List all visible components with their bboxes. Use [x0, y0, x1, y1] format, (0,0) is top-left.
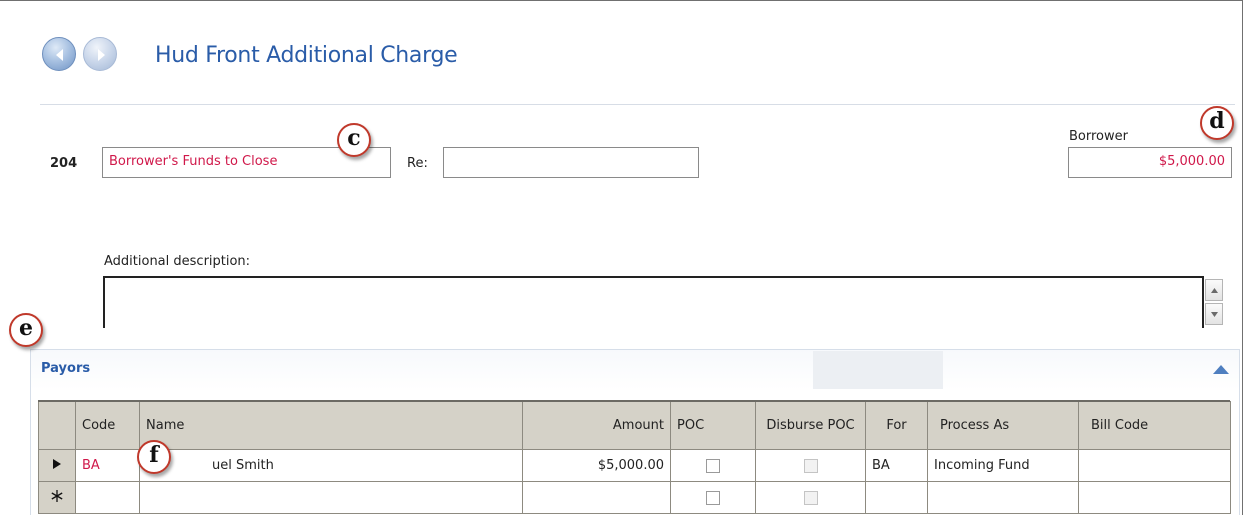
grid-header-row: Code Name Amount POC Disburse POC For Pr…	[38, 401, 1231, 450]
callout-d: d	[1200, 106, 1234, 140]
collapse-icon[interactable]	[1213, 364, 1229, 374]
re-field[interactable]	[443, 147, 699, 178]
row-header-corner	[38, 401, 76, 450]
back-button[interactable]	[42, 37, 76, 71]
new-cell-for[interactable]	[865, 481, 928, 514]
new-cell-poc[interactable]	[670, 481, 756, 514]
cell-poc[interactable]	[670, 449, 756, 482]
callout-e: e	[9, 313, 43, 347]
column-header-poc[interactable]: POC	[670, 401, 756, 450]
additional-description-scrollbar[interactable]	[1205, 276, 1225, 328]
scroll-down-button[interactable]	[1205, 303, 1223, 325]
column-header-for[interactable]: For	[865, 401, 928, 450]
cell-process-as[interactable]: Incoming Fund	[927, 449, 1079, 482]
payors-panel-header[interactable]: Payors	[31, 350, 1239, 390]
forward-arrow-icon	[98, 49, 105, 61]
new-cell-name[interactable]	[139, 481, 523, 514]
back-arrow-icon	[56, 49, 63, 61]
additional-description-input[interactable]	[103, 276, 1204, 328]
cell-amount[interactable]: $5,000.00	[522, 449, 671, 482]
column-header-disburse-poc[interactable]: Disburse POC	[755, 401, 866, 450]
payors-grid: Code Name Amount POC Disburse POC For Pr…	[38, 401, 1231, 514]
borrower-amount-field[interactable]: $5,000.00	[1068, 147, 1232, 178]
re-label: Re:	[407, 156, 428, 171]
column-header-code[interactable]: Code	[75, 401, 140, 450]
grid-top-border	[38, 400, 1230, 402]
header-divider	[40, 104, 1235, 105]
new-poc-checkbox[interactable]	[706, 490, 720, 505]
cell-code[interactable]: BA	[75, 449, 140, 482]
cell-for[interactable]: BA	[865, 449, 928, 482]
new-row-asterisk-icon	[51, 489, 63, 502]
callout-f: f	[137, 440, 171, 474]
additional-description-label: Additional description:	[104, 254, 251, 269]
forward-button[interactable]	[83, 37, 117, 71]
line-number: 204	[50, 156, 78, 171]
borrower-label: Borrower	[1069, 129, 1128, 144]
cell-name[interactable]: uel Smith	[139, 449, 523, 482]
scroll-down-icon	[1211, 312, 1218, 317]
cell-disburse-poc[interactable]	[755, 449, 866, 482]
scroll-up-button[interactable]	[1205, 279, 1223, 301]
new-disburse-poc-checkbox[interactable]	[803, 490, 818, 505]
callout-c: c	[337, 123, 371, 157]
column-header-name[interactable]: Name	[139, 401, 523, 450]
row-pointer-icon	[53, 459, 61, 469]
page-title: Hud Front Additional Charge	[155, 43, 458, 68]
row-header[interactable]	[38, 449, 76, 482]
panel-header-band	[813, 351, 943, 389]
new-cell-amount[interactable]	[522, 481, 671, 514]
new-cell-bill-code[interactable]	[1078, 481, 1231, 514]
cell-bill-code[interactable]	[1078, 449, 1231, 482]
new-cell-disburse-poc[interactable]	[755, 481, 866, 514]
new-cell-process-as[interactable]	[927, 481, 1079, 514]
new-cell-code[interactable]	[75, 481, 140, 514]
column-header-process-as[interactable]: Process As	[927, 401, 1079, 450]
column-header-bill-code[interactable]: Bill Code	[1078, 401, 1231, 450]
poc-checkbox[interactable]	[706, 458, 720, 473]
new-row-header[interactable]	[38, 481, 76, 514]
scroll-up-icon	[1211, 288, 1218, 293]
new-row[interactable]	[38, 481, 1231, 514]
table-row[interactable]: BA uel Smith $5,000.00 BA Incoming Fund	[38, 449, 1231, 482]
payors-title: Payors	[41, 361, 91, 376]
disburse-poc-checkbox[interactable]	[803, 458, 818, 473]
column-header-amount[interactable]: Amount	[522, 401, 671, 450]
